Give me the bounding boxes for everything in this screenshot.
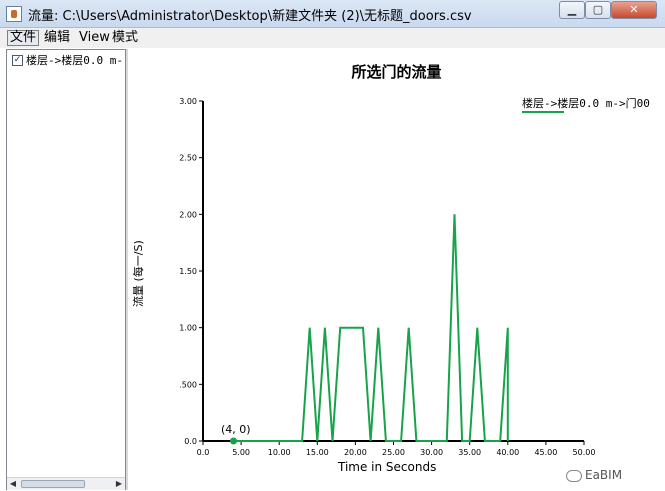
x-tick-label: 40.00 <box>496 448 519 457</box>
x-tick-label: 0.0 <box>197 448 210 457</box>
scroll-right-icon[interactable]: ▶ <box>114 479 124 489</box>
x-tick-label: 25.00 <box>382 448 405 457</box>
menu-mode[interactable]: 模式 <box>110 30 140 46</box>
y-tick-label: .500 <box>179 380 197 389</box>
y-tick-label: 2.50 <box>179 154 197 163</box>
menu-bar: 文件 编辑 View 模式 <box>0 28 665 48</box>
tree-item-label: 楼层->楼层0.0 m- <box>26 54 123 67</box>
window-title: 流量: C:\Users\Administrator\Desktop\新建文件夹… <box>28 9 472 24</box>
annotation-point <box>229 437 237 445</box>
y-tick-label: 1.00 <box>179 324 197 333</box>
menu-view[interactable]: View <box>77 30 112 46</box>
horizontal-scrollbar[interactable]: ◀ ▶ <box>7 477 125 490</box>
x-tick-label: 5.00 <box>232 448 250 457</box>
x-tick-label: 20.00 <box>344 448 367 457</box>
y-tick-label: 0.0 <box>184 437 197 446</box>
x-tick-label: 50.00 <box>573 448 596 457</box>
scroll-left-icon[interactable]: ◀ <box>8 479 18 489</box>
java-app-icon <box>6 6 22 22</box>
scroll-thumb[interactable] <box>21 480 85 488</box>
y-tick-label: 1.50 <box>179 267 197 276</box>
close-button[interactable]: ✕ <box>611 1 657 19</box>
x-tick-label: 45.00 <box>534 448 557 457</box>
minimize-button[interactable]: ▁ <box>559 1 585 19</box>
tree-item-checkbox[interactable]: ✓ <box>12 55 23 66</box>
flow-chart: 所选门的流量 楼层->楼层0.0 m->门00 流量 (每一/S) Time i… <box>128 49 665 491</box>
series-line <box>233 214 509 442</box>
door-tree-panel: ✓ 楼层->楼层0.0 m- ◀ ▶ <box>6 49 126 490</box>
x-tick-label: 35.00 <box>458 448 481 457</box>
x-tick-label: 10.00 <box>268 448 291 457</box>
plot-marks <box>229 214 509 445</box>
watermark: EaBIM <box>566 468 622 482</box>
maximize-button[interactable]: ▢ <box>585 1 611 19</box>
window-titlebar: 流量: C:\Users\Administrator\Desktop\新建文件夹… <box>0 0 665 28</box>
menu-edit[interactable]: 编辑 <box>42 30 72 46</box>
plot-svg: 0.0 .500 1.00 1.50 2.00 2.50 3.00 0.0 5.00 10.00 1… <box>179 97 595 457</box>
y-tick-label: 2.00 <box>179 210 197 219</box>
wechat-icon <box>566 469 582 482</box>
plot-axes: 0.0 .500 1.00 1.50 2.00 2.50 3.00 0.0 5.00 10.00 1… <box>179 97 595 457</box>
watermark-text: EaBIM <box>585 468 623 482</box>
x-tick-label: 15.00 <box>306 448 329 457</box>
y-tick-label: 3.00 <box>179 97 197 106</box>
x-tick-label: 30.00 <box>420 448 443 457</box>
menu-file[interactable]: 文件 <box>7 30 40 46</box>
